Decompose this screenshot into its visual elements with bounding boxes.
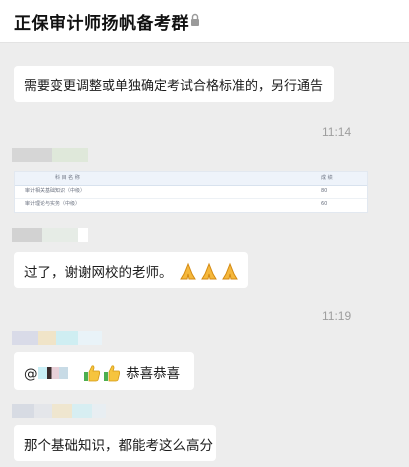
- message-text: 恭喜恭喜: [126, 366, 181, 382]
- thumbs-up-icon: [83, 365, 100, 382]
- column-subject: 科 目 名 称: [55, 175, 80, 181]
- praying-hands-icon: [200, 262, 217, 280]
- table-row: 审计理论与实务（中级） 60: [15, 198, 367, 211]
- message-bubble[interactable]: @ 恭喜恭喜: [14, 352, 194, 390]
- timestamp: 11:19: [322, 309, 352, 323]
- message-text: 那个基础知识，都能考这么高分: [24, 438, 213, 454]
- sender-name-blurred: [12, 404, 106, 418]
- chat-title[interactable]: 正保审计师扬帆备考群: [14, 9, 189, 34]
- column-score: 成 绩: [321, 175, 333, 181]
- row-score: 60: [321, 201, 328, 207]
- message-text: 需要变更调整或单独确定考试合格标准的，另行通告: [24, 79, 324, 94]
- lock-icon: [191, 13, 199, 26]
- mention-at: @: [24, 366, 38, 382]
- thumbs-up-icon: [103, 365, 120, 382]
- message-bubble[interactable]: 过了，谢谢网校的老师。: [14, 252, 248, 288]
- praying-hands-icon: [221, 262, 238, 280]
- table-header: 科 目 名 称 成 绩: [15, 172, 367, 186]
- sender-name-blurred: [12, 148, 88, 162]
- message-text: 过了，谢谢网校的老师。: [24, 265, 173, 281]
- message-bubble[interactable]: 需要变更调整或单独确定考试合格标准的，另行通告: [14, 66, 334, 102]
- score-table-image[interactable]: 科 目 名 称 成 绩 审计相关基础知识（中级） 80 审计理论与实务（中级） …: [14, 171, 368, 213]
- chat-header: 正保审计师扬帆备考群: [0, 0, 409, 43]
- mention-name-blurred: [37, 367, 68, 379]
- sender-name-blurred: [12, 228, 88, 242]
- row-score: 80: [321, 188, 328, 194]
- row-subject: 审计理论与实务（中级）: [25, 201, 81, 207]
- timestamp: 11:14: [322, 125, 352, 139]
- row-subject: 审计相关基础知识（中级）: [25, 188, 86, 194]
- praying-hands-icon: [179, 262, 196, 280]
- sender-name-blurred: [12, 331, 102, 345]
- message-bubble[interactable]: 那个基础知识，都能考这么高分: [14, 425, 216, 461]
- table-row: 审计相关基础知识（中级） 80: [15, 185, 367, 199]
